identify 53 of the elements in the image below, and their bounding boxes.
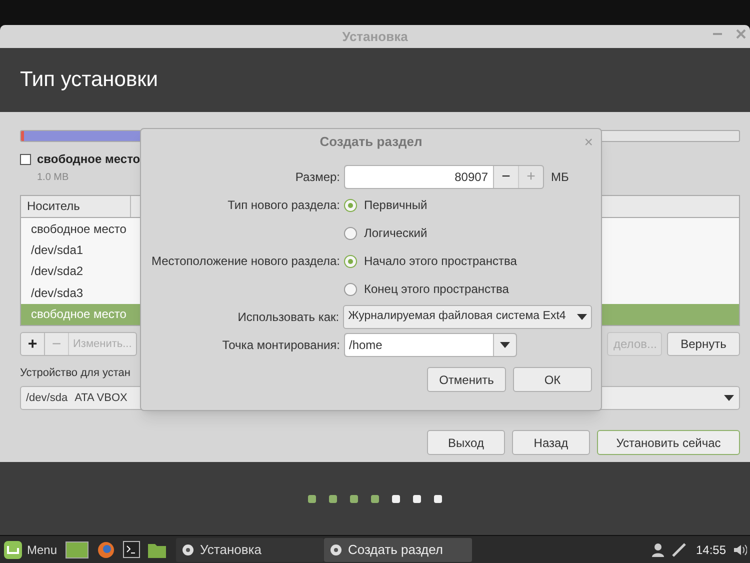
table-cell: свободное место bbox=[31, 222, 126, 236]
field-label: Тип нового раздела: bbox=[228, 198, 340, 212]
device-name: /dev/sda bbox=[26, 390, 68, 406]
clock: 14:55 bbox=[696, 542, 726, 558]
legend-size: 1.0 MB bbox=[37, 172, 69, 183]
radio-button[interactable] bbox=[344, 254, 357, 268]
nav-button[interactable]: Установить сейчас bbox=[597, 430, 740, 455]
field-label: Точка монтирования: bbox=[222, 338, 340, 352]
field-label: Местоположение нового раздела: bbox=[151, 254, 340, 268]
globe-icon[interactable] bbox=[97, 540, 116, 558]
user-icon[interactable] bbox=[652, 542, 664, 556]
add-button[interactable]: + bbox=[21, 333, 45, 355]
logo-icon bbox=[3, 540, 23, 560]
screen-icon[interactable] bbox=[65, 540, 90, 558]
table-cell: /dev/sda1 bbox=[31, 243, 84, 257]
taskbar-button[interactable]: Создать раздел bbox=[324, 538, 472, 562]
radio-option[interactable]: Конец этого пространства bbox=[344, 279, 509, 299]
folder-icon[interactable] bbox=[148, 542, 166, 558]
page-title: Тип установки bbox=[20, 67, 158, 94]
field-label: Использовать как: bbox=[238, 310, 340, 324]
radio-button[interactable] bbox=[344, 198, 357, 212]
nav-button[interactable]: Выход bbox=[427, 430, 505, 455]
nav-button[interactable]: Назад bbox=[512, 430, 590, 455]
radio-option[interactable]: Логический bbox=[344, 223, 428, 243]
window-title: Установка bbox=[342, 28, 408, 46]
legend-label: свободное место bbox=[37, 151, 140, 168]
radio-option[interactable]: Начало этого пространства bbox=[344, 251, 517, 271]
taskbar-button[interactable]: Установка bbox=[176, 538, 324, 562]
radio-button[interactable] bbox=[344, 226, 357, 240]
column-header[interactable]: Носитель bbox=[27, 197, 80, 216]
device-model: ATA VBOX bbox=[74, 390, 128, 406]
dialog-title: Создать раздел bbox=[320, 133, 422, 152]
table-cell: /dev/sda3 bbox=[31, 286, 84, 300]
dialog-button[interactable]: ОК bbox=[513, 367, 592, 392]
radio-option[interactable]: Первичный bbox=[344, 195, 428, 215]
dialog-button[interactable]: Отменить bbox=[427, 367, 506, 392]
dropdown-arrow-icon bbox=[577, 314, 587, 320]
menu-button[interactable]: Menu bbox=[3, 538, 58, 562]
revert-button[interactable]: Вернуть bbox=[667, 332, 740, 356]
unit-label: МБ bbox=[551, 169, 569, 186]
table-cell: свободное место bbox=[31, 307, 126, 322]
mount-point-combo[interactable]: /home bbox=[344, 333, 517, 357]
table-cell: /dev/sda2 bbox=[31, 264, 84, 278]
radio-button[interactable] bbox=[344, 282, 357, 296]
filesystem-dropdown[interactable]: Журналируемая файловая система Ext4 bbox=[343, 305, 592, 329]
legend-swatch bbox=[20, 154, 31, 164]
dropdown-arrow-icon bbox=[724, 395, 734, 401]
speaker-icon[interactable] bbox=[734, 544, 747, 556]
terminal-icon[interactable] bbox=[123, 541, 140, 558]
disc-icon bbox=[330, 544, 342, 556]
field-label: Размер: bbox=[295, 170, 340, 184]
bootloader-label: Устройство для устан bbox=[20, 367, 130, 379]
disc-icon bbox=[182, 544, 194, 556]
